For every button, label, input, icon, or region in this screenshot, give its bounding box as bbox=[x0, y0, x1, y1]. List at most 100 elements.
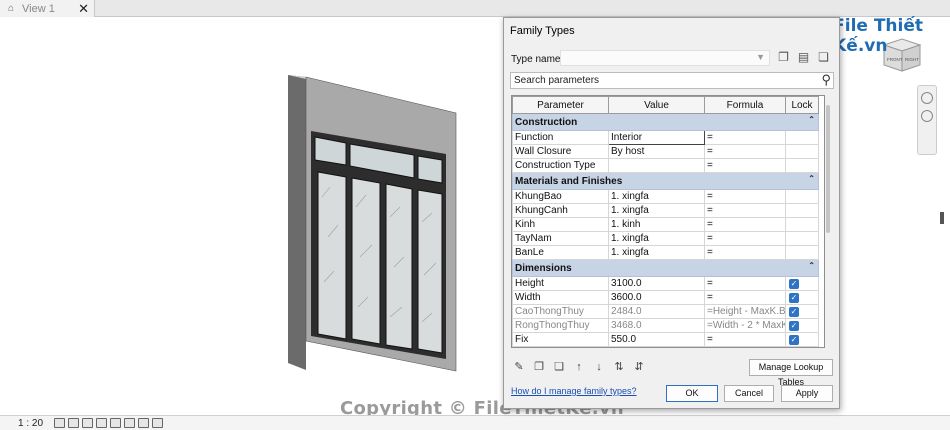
apply-button[interactable]: Apply bbox=[781, 385, 833, 402]
search-parameters-field[interactable]: Search parameters ⚲ bbox=[510, 72, 834, 89]
parameter-value-cell[interactable]: 3600.0 bbox=[608, 290, 705, 305]
lock-checkbox-icon[interactable]: ✓ bbox=[789, 321, 799, 331]
column-header-formula[interactable]: Formula bbox=[704, 96, 786, 114]
parameter-formula-cell[interactable]: = bbox=[704, 217, 786, 232]
scrollbar-handle[interactable] bbox=[940, 212, 944, 224]
ok-button[interactable]: OK bbox=[666, 385, 718, 402]
delete-parameter-icon[interactable]: ❏ bbox=[552, 360, 566, 374]
lock-checkbox-icon[interactable]: ✓ bbox=[789, 335, 799, 345]
collapse-icon[interactable]: ⌃ bbox=[808, 174, 815, 183]
parameter-row[interactable]: KhungBao 1. xingfa = bbox=[512, 189, 819, 204]
parameter-row[interactable]: KhungCanh 1. xingfa = bbox=[512, 203, 819, 218]
parameter-row[interactable]: Construction Type = bbox=[512, 158, 819, 173]
analytical-model-icon[interactable] bbox=[152, 418, 163, 428]
lock-cell[interactable] bbox=[785, 217, 819, 232]
parameter-formula-cell[interactable]: = bbox=[704, 290, 786, 305]
parameter-row[interactable]: TayNam 1. xingfa = bbox=[512, 231, 819, 246]
lock-cell[interactable]: ✓ bbox=[785, 276, 819, 291]
lock-cell[interactable] bbox=[785, 130, 819, 145]
reveal-hidden-icon[interactable] bbox=[138, 418, 149, 428]
parameter-value-cell[interactable]: 1. xingfa bbox=[608, 245, 705, 260]
parameter-value-cell[interactable] bbox=[608, 158, 705, 173]
parameter-row[interactable]: Width 3600.0 = ✓ bbox=[512, 290, 819, 305]
detail-level-icon[interactable] bbox=[54, 418, 65, 428]
parameter-formula-cell[interactable]: = bbox=[704, 189, 786, 204]
parameter-value-cell[interactable]: 1. xingfa bbox=[608, 203, 705, 218]
column-header-parameter[interactable]: Parameter bbox=[512, 96, 609, 114]
lock-cell[interactable] bbox=[785, 245, 819, 260]
parameter-formula-cell[interactable]: = bbox=[704, 203, 786, 218]
edit-parameter-icon[interactable]: ✎ bbox=[512, 360, 526, 374]
new-parameter-icon[interactable]: ❐ bbox=[532, 360, 546, 374]
parameter-formula-cell[interactable]: = bbox=[704, 245, 786, 260]
parameter-row[interactable]: Height 3100.0 = ✓ bbox=[512, 276, 819, 291]
collapse-icon[interactable]: ⌃ bbox=[808, 115, 815, 124]
parameter-formula-cell[interactable]: = bbox=[704, 130, 786, 145]
lock-cell[interactable] bbox=[785, 203, 819, 218]
lock-checkbox-icon[interactable]: ✓ bbox=[789, 307, 799, 317]
parameter-value-cell[interactable]: 1. xingfa bbox=[608, 189, 705, 204]
help-link[interactable]: How do I manage family types? bbox=[511, 386, 637, 396]
cancel-button[interactable]: Cancel bbox=[724, 385, 774, 402]
lock-cell[interactable]: ✓ bbox=[785, 290, 819, 305]
parameter-formula-cell[interactable]: =Width - 2 * MaxK.B bbox=[704, 318, 786, 333]
parameter-value-cell[interactable]: By host bbox=[608, 144, 705, 159]
parameter-value-cell[interactable]: 1. kinh bbox=[608, 217, 705, 232]
lock-cell[interactable]: ✓ bbox=[785, 346, 819, 347]
parameter-formula-cell[interactable]: = bbox=[704, 144, 786, 159]
parameter-value-cell[interactable]: 3468.0 bbox=[608, 318, 705, 333]
sort-descending-icon[interactable]: ⇵ bbox=[632, 360, 646, 374]
lock-cell[interactable]: ✓ bbox=[785, 304, 819, 319]
parameter-row[interactable]: RongThongThuy3468.0=Width - 2 * MaxK.B✓ bbox=[512, 318, 819, 333]
parameter-value-cell[interactable]: 550.0 bbox=[608, 332, 705, 347]
type-name-dropdown[interactable]: ▼ bbox=[560, 50, 770, 66]
navigation-bar[interactable] bbox=[917, 85, 937, 155]
parameter-row[interactable]: Function Interior = bbox=[512, 130, 819, 145]
lock-cell[interactable] bbox=[785, 231, 819, 246]
tab-view-1[interactable]: ⌂ View 1 ✕ bbox=[0, 0, 95, 17]
parameter-row[interactable]: BanLe 1. xingfa = bbox=[512, 245, 819, 260]
shadows-icon[interactable] bbox=[96, 418, 107, 428]
grid-scrollbar[interactable] bbox=[825, 95, 833, 348]
parameter-formula-cell[interactable]: = bbox=[704, 231, 786, 246]
new-type-icon[interactable]: ❐ bbox=[775, 49, 792, 66]
move-down-icon[interactable]: ↓ bbox=[592, 360, 606, 374]
lock-checkbox-icon[interactable]: ✓ bbox=[789, 279, 799, 289]
parameter-value-cell[interactable]: 1. xingfa bbox=[608, 231, 705, 246]
parameter-value-cell[interactable]: 2484.0 bbox=[608, 304, 705, 319]
parameter-row[interactable]: CaoThongThuy2484.0=Height - MaxK.B - F✓ bbox=[512, 304, 819, 319]
scrollbar-thumb[interactable] bbox=[826, 105, 830, 233]
parameter-formula-cell[interactable]: = bbox=[704, 276, 786, 291]
column-header-lock[interactable]: Lock bbox=[785, 96, 819, 114]
group-row[interactable]: Construction ⌃ bbox=[512, 113, 819, 131]
parameter-value-cell[interactable]: 3100.0 bbox=[608, 276, 705, 291]
parameter-row[interactable]: Kinh 1. kinh = bbox=[512, 217, 819, 232]
steering-wheel-icon[interactable] bbox=[921, 92, 933, 104]
group-row[interactable]: Dimensions ⌃ bbox=[512, 259, 819, 277]
parameter-row[interactable]: Fix 550.0 = ✓ bbox=[512, 332, 819, 347]
lock-checkbox-icon[interactable]: ✓ bbox=[789, 293, 799, 303]
collapse-icon[interactable]: ⌃ bbox=[808, 261, 815, 270]
parameter-formula-cell[interactable]: = bbox=[704, 158, 786, 173]
sort-ascending-icon[interactable]: ⇅ bbox=[612, 360, 626, 374]
lock-cell[interactable] bbox=[785, 158, 819, 173]
column-header-value[interactable]: Value bbox=[608, 96, 705, 114]
close-tab-icon[interactable]: ✕ bbox=[78, 1, 89, 17]
search-icon[interactable]: ⚲ bbox=[821, 72, 831, 88]
sun-path-icon[interactable] bbox=[82, 418, 93, 428]
move-up-icon[interactable]: ↑ bbox=[572, 360, 586, 374]
parameter-formula-cell[interactable]: = bbox=[704, 332, 786, 347]
parameter-value-cell[interactable]: Interior bbox=[608, 130, 705, 145]
manage-lookup-tables-button[interactable]: Manage Lookup Tables bbox=[749, 359, 833, 387]
parameter-formula-cell[interactable]: = bbox=[704, 346, 786, 347]
scale-label[interactable]: 1 : 20 bbox=[18, 418, 48, 429]
lock-cell[interactable] bbox=[785, 189, 819, 204]
lock-cell[interactable]: ✓ bbox=[785, 318, 819, 333]
delete-type-icon[interactable]: ❏ bbox=[815, 49, 832, 66]
visual-style-icon[interactable] bbox=[68, 418, 79, 428]
crop-view-icon[interactable] bbox=[110, 418, 121, 428]
parameter-row[interactable]: Wall Closure By host = bbox=[512, 144, 819, 159]
hide-isolate-icon[interactable] bbox=[124, 418, 135, 428]
parameter-value-cell[interactable]: 10.0 bbox=[608, 346, 705, 347]
zoom-icon[interactable] bbox=[921, 110, 933, 122]
